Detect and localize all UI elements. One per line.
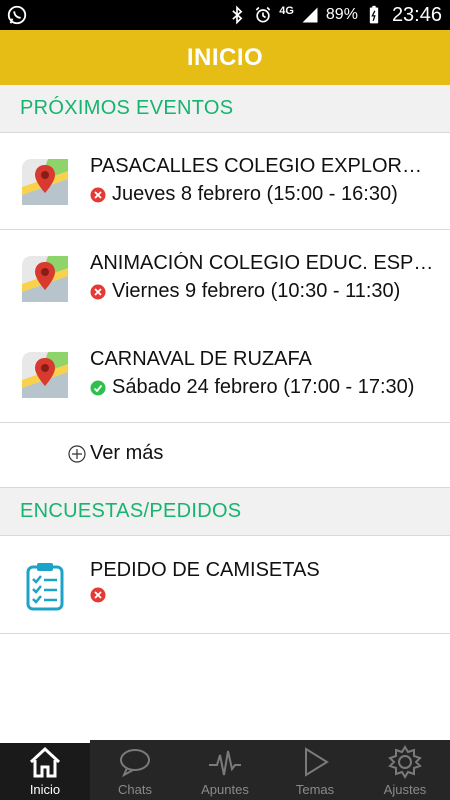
survey-title: PEDIDO DE CAMISETAS (90, 559, 320, 581)
signal-icon (302, 7, 318, 23)
nav-item-ajustes[interactable]: Ajustes (360, 740, 450, 800)
event-title: PASACALLES COLEGIO EXPLORADORES (90, 155, 435, 177)
declined-status-icon (90, 187, 106, 202)
event-date: Sábado 24 febrero (17:00 - 17:30) (112, 376, 415, 398)
section-header-surveys: ENCUESTAS/PEDIDOS (0, 488, 450, 536)
page-title: INICIO (186, 43, 264, 71)
event-date: Viernes 9 febrero (10:30 - 11:30) (112, 280, 401, 302)
home-icon (29, 746, 61, 778)
event-date-line: Jueves 8 febrero (15:00 - 16:30) (90, 183, 435, 206)
nav-item-apuntes[interactable]: Apuntes (180, 740, 270, 800)
map-pin-icon (22, 159, 68, 205)
declined-status-icon (90, 284, 106, 299)
play-icon (305, 747, 329, 777)
survey-status-line (90, 587, 435, 603)
more-row: Ver más (0, 422, 450, 488)
event-date-line: Sábado 24 febrero (17:00 - 17:30) (90, 376, 435, 399)
add-circle-icon (68, 444, 86, 463)
event-row[interactable]: ANIMACIÓN COLEGIO EDUC. ESPECIAL Viernes… (0, 230, 450, 327)
nav-label: Inicio (29, 782, 61, 797)
nav-item-chats[interactable]: Chats (90, 740, 180, 800)
status-bar: 4G 89% 23:46 (0, 0, 450, 30)
app-bar: INICIO (0, 30, 450, 85)
map-pin-icon (22, 352, 68, 398)
nav-item-inicio[interactable]: Inicio (0, 740, 90, 800)
nav-label: Ajustes (383, 782, 427, 797)
event-date-line: Viernes 9 febrero (10:30 - 11:30) (90, 280, 435, 303)
event-date: Jueves 8 febrero (15:00 - 16:30) (112, 183, 398, 205)
active-tab-indicator (0, 740, 90, 743)
clipboard-checklist-icon (26, 563, 64, 611)
section-title: PRÓXIMOS EVENTOS (20, 97, 234, 119)
nav-label: Apuntes (201, 782, 249, 797)
see-more-button[interactable]: Ver más (68, 442, 163, 465)
alarm-icon (255, 6, 271, 23)
event-title: ANIMACIÓN COLEGIO EDUC. ESPECIAL (90, 252, 435, 274)
network-type: 4G (279, 4, 294, 17)
battery-icon (369, 5, 379, 24)
map-pin-icon (22, 256, 68, 302)
event-title: CARNAVAL DE RUZAFA (90, 348, 312, 370)
survey-row[interactable]: PEDIDO DE CAMISETAS (0, 537, 450, 634)
event-row[interactable]: PASACALLES COLEGIO EXPLORADORES Jueves 8… (0, 133, 450, 230)
bottom-navigation: Inicio Chats Apuntes Temas Ajustes (0, 740, 450, 800)
section-title: ENCUESTAS/PEDIDOS (20, 500, 242, 522)
section-header-events: PRÓXIMOS EVENTOS (0, 85, 450, 133)
whatsapp-icon (7, 5, 27, 25)
event-row[interactable]: CARNAVAL DE RUZAFA Sábado 24 febrero (17… (0, 326, 450, 423)
battery-percent: 89% (325, 6, 358, 23)
declined-status-icon (90, 587, 106, 603)
accepted-status-icon (90, 380, 106, 395)
bluetooth-icon (232, 5, 243, 25)
see-more-label: Ver más (90, 442, 164, 464)
clock: 23:46 (391, 3, 442, 26)
chat-bubble-icon (120, 749, 150, 778)
gear-icon (388, 745, 422, 779)
pulse-icon (209, 750, 241, 776)
nav-label: Chats (118, 782, 152, 797)
nav-label: Temas (295, 782, 335, 797)
nav-item-temas[interactable]: Temas (270, 740, 360, 800)
